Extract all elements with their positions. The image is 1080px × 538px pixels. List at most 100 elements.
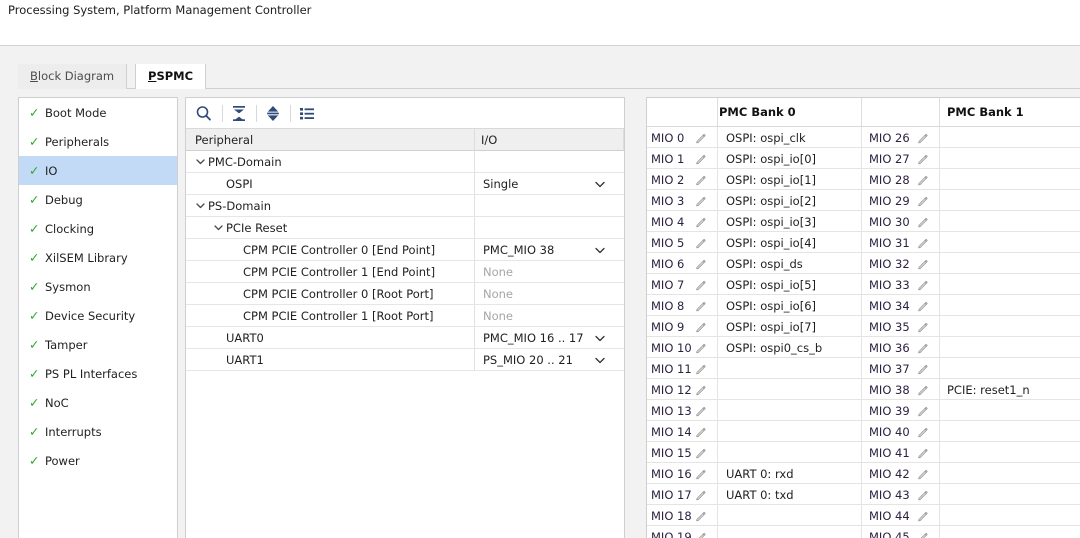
edit-pencil-icon[interactable]	[695, 321, 707, 333]
tree-column-peripheral[interactable]: Peripheral	[195, 133, 253, 147]
edit-pencil-icon[interactable]	[917, 426, 929, 438]
tree-row[interactable]: CPM PCIE Controller 1 [Root Port]None	[186, 305, 624, 327]
sidebar-item-peripherals[interactable]: ✓Peripherals	[19, 127, 177, 156]
tree-row[interactable]: OSPISingle	[186, 173, 624, 195]
edit-pencil-icon[interactable]	[917, 258, 929, 270]
tree-row[interactable]: CPM PCIE Controller 1 [End Point]None	[186, 261, 624, 283]
edit-pencil-icon[interactable]	[917, 531, 929, 538]
chevron-down-icon[interactable]	[195, 200, 206, 211]
mio-id-label: MIO 35	[869, 320, 910, 334]
tree-row-io-value[interactable]: PS_MIO 20 .. 21	[483, 353, 573, 367]
sidebar-item-noc[interactable]: ✓NoC	[19, 388, 177, 417]
edit-pencil-icon[interactable]	[917, 300, 929, 312]
check-icon: ✓	[29, 301, 45, 330]
tree-row[interactable]: PCIe Reset	[186, 217, 624, 239]
chevron-down-icon[interactable]	[594, 178, 606, 190]
mio-cell-divider	[717, 274, 718, 294]
mio-signal-label: PCIE: reset1_n	[947, 383, 1030, 397]
tree-rows: PMC-DomainOSPISinglePS-DomainPCIe ResetC…	[186, 151, 624, 371]
edit-pencil-icon[interactable]	[695, 153, 707, 165]
sidebar-item-io[interactable]: ✓IO	[19, 156, 177, 185]
mio-row: MIO 4OSPI: ospi_io[3]MIO 30	[647, 211, 1080, 232]
tree-column-io[interactable]: I/O	[481, 133, 497, 147]
tab-pspmc[interactable]: PSPMC	[135, 64, 206, 89]
tree-cell-divider	[474, 305, 475, 326]
tree-row-label: CPM PCIE Controller 1 [End Point]	[243, 265, 435, 279]
mio-cell-divider	[939, 526, 940, 538]
sidebar-item-device-security[interactable]: ✓Device Security	[19, 301, 177, 330]
check-icon: ✓	[29, 359, 45, 388]
edit-pencil-icon[interactable]	[695, 384, 707, 396]
edit-pencil-icon[interactable]	[917, 153, 929, 165]
edit-pencil-icon[interactable]	[695, 531, 707, 538]
chevron-down-icon[interactable]	[594, 332, 606, 344]
sidebar-item-tamper[interactable]: ✓Tamper	[19, 330, 177, 359]
sidebar-item-debug[interactable]: ✓Debug	[19, 185, 177, 214]
expand-all-icon[interactable]	[263, 104, 283, 123]
edit-pencil-icon[interactable]	[917, 174, 929, 186]
check-icon: ✓	[29, 156, 45, 185]
edit-pencil-icon[interactable]	[917, 384, 929, 396]
edit-pencil-icon[interactable]	[917, 216, 929, 228]
mio-id-label: MIO 5	[651, 236, 684, 250]
sidebar-item-interrupts[interactable]: ✓Interrupts	[19, 417, 177, 446]
edit-pencil-icon[interactable]	[917, 342, 929, 354]
chevron-down-icon[interactable]	[594, 354, 606, 366]
chevron-down-icon[interactable]	[213, 222, 224, 233]
chevron-down-icon[interactable]	[195, 156, 206, 167]
edit-pencil-icon[interactable]	[695, 468, 707, 480]
sidebar-item-clocking[interactable]: ✓Clocking	[19, 214, 177, 243]
tab-block-diagram[interactable]: Block Diagram	[18, 64, 127, 89]
edit-pencil-icon[interactable]	[917, 132, 929, 144]
tree-row[interactable]: CPM PCIE Controller 0 [Root Port]None	[186, 283, 624, 305]
edit-pencil-icon[interactable]	[917, 321, 929, 333]
tree-row-io-value[interactable]: PMC_MIO 38	[483, 243, 554, 257]
search-icon[interactable]	[194, 104, 214, 123]
edit-pencil-icon[interactable]	[695, 489, 707, 501]
edit-pencil-icon[interactable]	[695, 405, 707, 417]
list-details-icon[interactable]	[297, 104, 317, 123]
edit-pencil-icon[interactable]	[917, 195, 929, 207]
edit-pencil-icon[interactable]	[695, 426, 707, 438]
tree-row-io-value[interactable]: Single	[483, 177, 518, 191]
tree-row-label: UART0	[226, 331, 264, 345]
edit-pencil-icon[interactable]	[917, 279, 929, 291]
edit-pencil-icon[interactable]	[695, 132, 707, 144]
sidebar-item-power[interactable]: ✓Power	[19, 446, 177, 475]
edit-pencil-icon[interactable]	[695, 300, 707, 312]
edit-pencil-icon[interactable]	[695, 216, 707, 228]
edit-pencil-icon[interactable]	[695, 279, 707, 291]
edit-pencil-icon[interactable]	[917, 363, 929, 375]
collapse-all-icon[interactable]	[229, 104, 249, 123]
edit-pencil-icon[interactable]	[695, 237, 707, 249]
edit-pencil-icon[interactable]	[917, 237, 929, 249]
tree-row[interactable]: UART0 PMC_MIO 16 .. 17	[186, 327, 624, 349]
edit-pencil-icon[interactable]	[695, 363, 707, 375]
sidebar-item-xilsem-library[interactable]: ✓XilSEM Library	[19, 243, 177, 272]
edit-pencil-icon[interactable]	[917, 510, 929, 522]
mio-cell-divider	[939, 337, 940, 357]
tree-row[interactable]: CPM PCIE Controller 0 [End Point]PMC_MIO…	[186, 239, 624, 261]
edit-pencil-icon[interactable]	[695, 510, 707, 522]
tab-pspmc-label: SPMC	[156, 69, 193, 83]
edit-pencil-icon[interactable]	[917, 468, 929, 480]
edit-pencil-icon[interactable]	[695, 342, 707, 354]
sidebar-item-ps-pl-interfaces[interactable]: ✓PS PL Interfaces	[19, 359, 177, 388]
edit-pencil-icon[interactable]	[917, 489, 929, 501]
mio-cell-divider	[939, 484, 940, 504]
sidebar-item-sysmon[interactable]: ✓Sysmon	[19, 272, 177, 301]
tree-row[interactable]: PS-Domain	[186, 195, 624, 217]
sidebar-item-boot-mode[interactable]: ✓Boot Mode	[19, 98, 177, 127]
mio-row: MIO 12MIO 38PCIE: reset1_n	[647, 379, 1080, 400]
edit-pencil-icon[interactable]	[917, 447, 929, 459]
edit-pencil-icon[interactable]	[695, 195, 707, 207]
edit-pencil-icon[interactable]	[695, 258, 707, 270]
chevron-down-icon[interactable]	[594, 244, 606, 256]
tree-row[interactable]: UART1PS_MIO 20 .. 21	[186, 349, 624, 371]
edit-pencil-icon[interactable]	[695, 447, 707, 459]
tree-row-io-value[interactable]: PMC_MIO 16 .. 17	[483, 331, 584, 345]
mio-cell-divider	[861, 400, 862, 420]
tree-row[interactable]: PMC-Domain	[186, 151, 624, 173]
edit-pencil-icon[interactable]	[917, 405, 929, 417]
edit-pencil-icon[interactable]	[695, 174, 707, 186]
